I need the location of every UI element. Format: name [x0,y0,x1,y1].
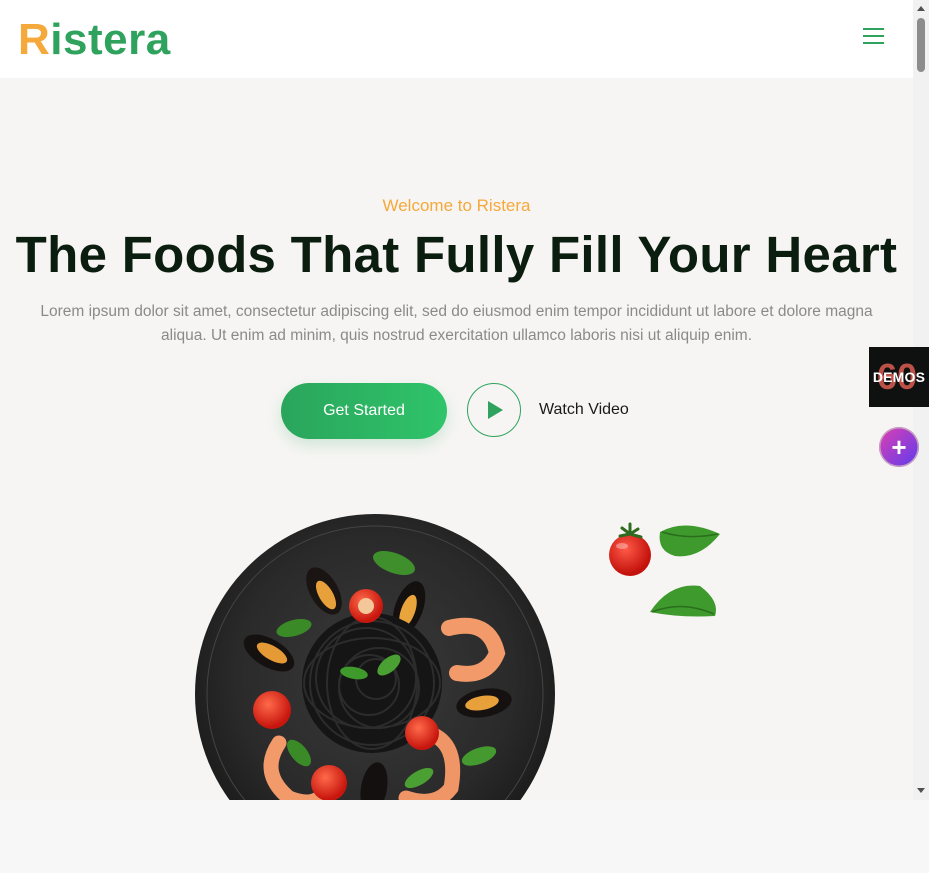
hero-subtitle: Welcome to Ristera [382,196,531,215]
demos-widget[interactable]: 60 DEMOS [869,347,929,407]
watch-video-link[interactable]: Watch Video [539,401,629,419]
scroll-up-arrow-icon[interactable] [917,6,925,11]
scroll-down-arrow-icon[interactable] [917,788,925,793]
page-viewport: Ristera Welcome to Ristera The Foods Tha… [0,0,913,800]
hero-title: The Foods That Fully Fill Your Heart [15,226,898,283]
logo-text: istera [50,15,171,64]
hero-description: Lorem ipsum dolor sit amet, consectetur … [40,303,873,344]
logo-initial: R [18,15,51,64]
plus-button[interactable]: + [879,427,919,467]
demos-label: DEMOS [872,369,926,385]
plus-icon: + [891,432,907,462]
scrollbar-thumb[interactable] [917,18,925,72]
pasta-plate-image [195,514,555,800]
play-video-button[interactable] [467,383,521,437]
play-icon [488,401,503,419]
site-logo[interactable]: Ristera [18,14,171,66]
get-started-button[interactable]: Get Started [281,383,447,439]
garnish-decoration-image [609,522,720,617]
hamburger-menu-icon[interactable] [858,24,888,48]
site-header: Ristera [0,0,913,78]
